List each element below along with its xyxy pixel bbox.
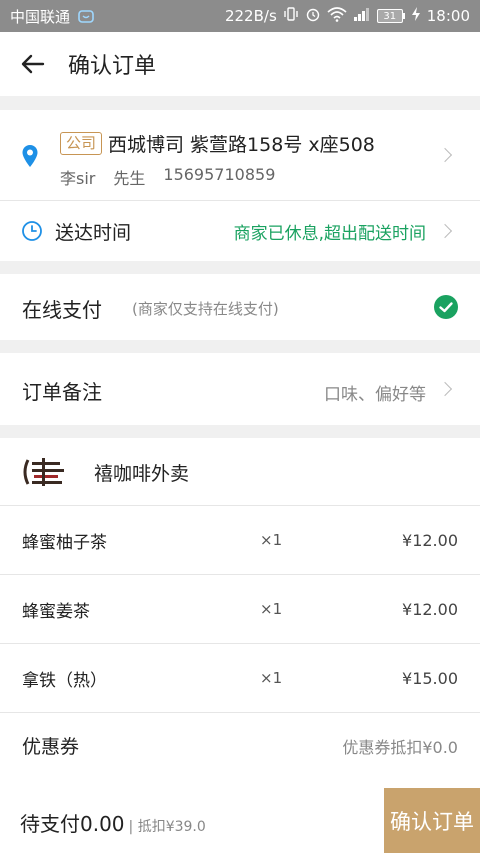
back-button[interactable] [20,51,46,77]
list-item: 拿铁（热） ×1 ¥15.00 [0,644,480,712]
checkout-bar: 待支付0.00 | 抵扣¥39.0 确认订单 [0,788,480,853]
item-name: 蜂蜜姜茶 [22,601,90,622]
list-item: 蜂蜜柚子茶 ×1 ¥12.00 [0,506,480,574]
battery-level: 31 [376,9,403,23]
remark-placeholder: 口味、偏好等 [324,385,426,405]
contact-title: 先生 [113,169,146,188]
item-name: 蜂蜜柚子茶 [22,532,107,553]
shop-logo-icon [23,458,64,486]
payment-note: (商家仅支持在线支付) [132,300,279,318]
item-name: 拿铁（热） [22,670,107,691]
item-qty: ×1 [260,600,283,618]
alarm-icon [305,6,321,26]
chevron-right-icon [437,381,453,397]
clock-icon [22,221,42,241]
location-pin-icon [22,145,38,167]
vibrate-icon [283,6,299,26]
item-price: ¥12.00 [402,530,458,550]
remark-section[interactable]: 订单备注 口味、偏好等 [0,353,480,425]
charging-icon [411,6,421,26]
battery-icon: 31 [376,9,405,23]
list-item: 蜂蜜姜茶 ×1 ¥12.00 [0,575,480,643]
network-speed: 222B/s [224,7,277,25]
item-qty: ×1 [260,669,283,687]
back-arrow-icon [21,54,45,74]
contact-name: 李sir [60,169,96,188]
carrier-label: 中国联通 [10,7,71,26]
delivery-time-row[interactable]: 送达时间 商家已休息,超出配送时间 [0,201,480,261]
shop-name: 禧咖啡外卖 [94,463,190,485]
signal-icon [353,6,371,26]
coupon-row[interactable]: 优惠券 优惠券抵扣¥0.0 [0,713,480,778]
contact-phone: 15695710859 [163,165,276,184]
checkmark-icon [434,295,458,319]
coupon-label: 优惠券 [22,736,80,758]
chevron-right-icon [437,147,453,163]
delivery-label: 送达时间 [55,221,132,244]
pending-amount: 待支付0.00 [20,812,125,836]
payment-section[interactable]: 在线支付 (商家仅支持在线支付) [0,274,480,340]
address-line: 西城博司 紫萱路158号 x座508 [108,134,375,156]
clock: 18:00 [426,7,470,25]
remark-label: 订单备注 [22,380,102,404]
notification-icon [78,9,94,23]
address-section: 公司 西城博司 紫萱路158号 x座508 李sir 先生 1569571085… [0,110,480,261]
chevron-right-icon [437,223,453,239]
address-row[interactable]: 公司 西城博司 紫萱路158号 x座508 李sir 先生 1569571085… [0,110,480,200]
address-tag: 公司 [60,132,103,155]
page-title: 确认订单 [68,54,157,79]
item-price: ¥15.00 [402,668,458,688]
discount-amount: | 抵扣¥39.0 [128,819,206,835]
shop-row: 禧咖啡外卖 [0,438,480,505]
header: 确认订单 [0,32,480,96]
coupon-value: 优惠券抵扣¥0.0 [342,737,458,757]
wifi-icon [327,6,347,26]
order-items-section: 禧咖啡外卖 蜂蜜柚子茶 ×1 ¥12.00 蜂蜜姜茶 ×1 ¥12.00 拿铁（… [0,438,480,788]
item-qty: ×1 [260,531,283,549]
payment-label: 在线支付 [22,298,102,322]
status-bar: 中国联通 222B/s 31 18:00 [0,0,480,32]
item-price: ¥12.00 [402,599,458,619]
delivery-status: 商家已休息,超出配送时间 [233,223,426,244]
confirm-order-button[interactable]: 确认订单 [384,788,480,853]
